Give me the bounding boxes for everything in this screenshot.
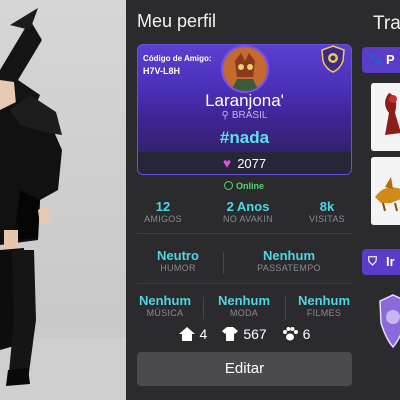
stat-friends[interactable]: 12 AMIGOS [134, 199, 192, 224]
stat-visits-label: VISITAS [309, 214, 345, 224]
stat-music-label: MÚSICA [146, 308, 184, 318]
username: Laranjona' [205, 91, 284, 110]
house-icon [178, 327, 195, 341]
stat-friends-value: 12 [155, 199, 171, 214]
stat-years-value: 2 Anos [226, 199, 270, 214]
location-text: BRASIL [231, 110, 268, 121]
stat-years: 2 Anos NO AVAKIN [208, 199, 288, 224]
stat-years-label: NO AVAKIN [223, 214, 273, 224]
stat-mood: Neutro HUMOR [134, 248, 222, 273]
separator [203, 297, 204, 319]
tab-items[interactable]: ⛉ Ir [362, 249, 400, 275]
tab-items-label: Ir [386, 254, 395, 269]
stat-movies-value: Nenhum [298, 293, 350, 308]
homes-count[interactable]: 4 [178, 326, 208, 342]
right-panel-title: Tra [373, 13, 400, 34]
right-panel: Tra 🐾 P ⛉ Ir [362, 0, 400, 400]
item-thumbnail[interactable] [371, 83, 400, 151]
tab-pets-label: P [386, 52, 395, 67]
homes-count-value: 4 [199, 326, 208, 342]
divider [137, 283, 352, 284]
profile-photo[interactable] [221, 45, 269, 93]
item-thumbnail-image [371, 157, 400, 225]
profile-panel: Meu perfil Código de Amigo: H7V-L8H Lara… [126, 0, 362, 400]
avatar-figure [0, 8, 126, 400]
online-status-text: Online [235, 181, 264, 191]
panel-title: Meu perfil [137, 11, 217, 31]
profile-card: Código de Amigo: H7V-L8H Laranjona' ⚲ BRA… [137, 44, 352, 175]
stat-friends-label: AMIGOS [144, 214, 182, 224]
stat-fashion-value: Nenhum [218, 293, 270, 308]
location-pin-icon: ⚲ [221, 110, 229, 121]
item-thumbnail[interactable] [371, 157, 400, 225]
outfits-count-value: 567 [243, 326, 267, 342]
online-status: Online [126, 181, 362, 191]
friend-code-value[interactable]: H7V-L8H [143, 66, 180, 76]
outfits-count[interactable]: 567 [221, 326, 267, 342]
tab-pets[interactable]: 🐾 P [362, 47, 400, 73]
online-clock-icon [223, 181, 233, 190]
friend-code-label: Código de Amigo: [143, 54, 212, 63]
stat-hobby: Nenhum PASSATEMPO [244, 248, 334, 273]
location: ⚲ BRASIL [138, 110, 351, 121]
profile-photo-image [223, 47, 267, 91]
stat-mood-value: Neutro [157, 248, 199, 263]
stat-hobby-label: PASSATEMPO [257, 263, 321, 273]
edit-button[interactable]: Editar [137, 352, 352, 386]
stat-fashion: Nenhum MODA [208, 293, 280, 318]
profile-hashtag: #nada [219, 128, 270, 147]
stat-visits: 8k VISITAS [298, 199, 356, 224]
divider [137, 233, 352, 234]
stat-music: Nenhum MÚSICA [130, 293, 200, 318]
item-thumbnail-image [371, 83, 400, 151]
pets-count[interactable]: 6 [281, 326, 311, 342]
heart-icon: ♥ [222, 155, 232, 171]
separator [223, 252, 224, 274]
separator [285, 297, 286, 319]
shield-icon: ⛉ [368, 254, 378, 268]
paw-icon [282, 327, 298, 341]
stat-visits-value: 8k [319, 199, 335, 214]
stat-movies: Nenhum FILMES [289, 293, 359, 318]
stat-mood-label: HUMOR [160, 263, 196, 273]
stat-hobby-value: Nenhum [263, 248, 315, 263]
crest-badge-icon[interactable] [378, 293, 400, 349]
shield-badge-icon[interactable] [320, 45, 346, 73]
paw-icon: 🐾 [368, 52, 383, 66]
hearts-count: 2077 [237, 155, 267, 171]
counts-row: 4 567 6 [126, 326, 362, 342]
pets-count-value: 6 [302, 326, 311, 342]
stat-music-value: Nenhum [139, 293, 191, 308]
shirt-icon [222, 327, 239, 341]
stat-fashion-label: MODA [229, 308, 259, 318]
stat-movies-label: FILMES [306, 308, 342, 318]
avatar-3d-view[interactable] [0, 0, 126, 400]
hearts-row: ♥ 2077 [138, 152, 351, 174]
